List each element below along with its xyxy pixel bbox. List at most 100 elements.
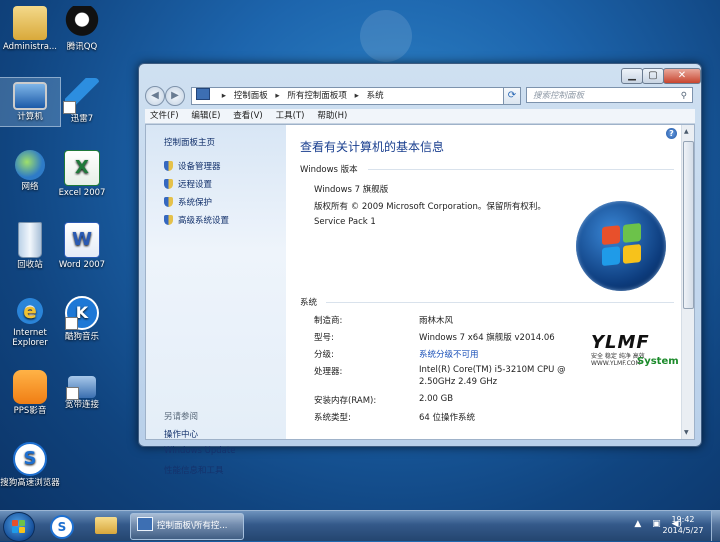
search-input[interactable]: 搜索控制面板 ⚲ [526, 87, 693, 103]
close-button[interactable]: ✕ [663, 68, 701, 84]
divider [368, 169, 674, 170]
help-icon[interactable]: ? [666, 128, 677, 139]
start-button[interactable] [3, 512, 35, 542]
menu-view[interactable]: 查看(V) [228, 109, 267, 123]
rating-link[interactable]: 系统分级不可用 [419, 348, 479, 360]
processor-label: 处理器: [314, 367, 343, 377]
page-title: 查看有关计算机的基本信息 [300, 140, 445, 154]
device-manager-link[interactable]: 设备管理器 [164, 160, 221, 172]
taskbar-control-panel-task[interactable]: 控制面板\所有控... [130, 513, 244, 540]
kugou-icon: K [65, 296, 99, 330]
control-panel-home-link[interactable]: 控制面板主页 [164, 136, 215, 148]
system-type-label: 系统类型: [314, 413, 351, 423]
service-pack: Service Pack 1 [314, 217, 376, 227]
menu-tools[interactable]: 工具(T) [271, 109, 310, 123]
back-button[interactable]: ◀ [145, 86, 165, 106]
tray-expand-icon[interactable]: ▲ [634, 519, 641, 529]
desktop-icon-word[interactable]: W Word 2007 [52, 222, 112, 270]
manufacturer-label: 制造商: [314, 316, 343, 326]
search-icon[interactable]: ⚲ [681, 88, 687, 104]
folder-icon [95, 517, 117, 534]
desktop-icon-network[interactable]: 网络 [0, 150, 60, 192]
performance-info-link[interactable]: 性能信息和工具 [164, 464, 224, 476]
control-panel-icon [137, 517, 153, 531]
desktop-icon-pps[interactable]: PPS影音 [0, 370, 60, 416]
show-desktop-button[interactable] [711, 511, 720, 541]
maximize-button[interactable]: ▢ [642, 68, 664, 84]
desktop-wallpaper-glow [360, 10, 412, 62]
desktop-icon-recycle-bin[interactable]: 回收站 [0, 222, 60, 270]
divider [326, 302, 674, 303]
ram-label: 安装内存(RAM): [314, 396, 377, 406]
scrollbar-thumb[interactable] [683, 141, 694, 309]
processor-speed: 2.50GHz 2.49 GHz [419, 377, 498, 387]
scroll-down-arrow-icon[interactable]: ▼ [684, 429, 689, 436]
taskbar-sogou-browser[interactable]: S [44, 513, 80, 539]
breadcrumb-control-panel[interactable]: 控制面板 [234, 91, 268, 101]
processor-value: Intel(R) Core(TM) i5-3210M CPU @ [419, 365, 566, 375]
desktop-icon-qq[interactable]: 腾讯QQ [52, 6, 112, 52]
desktop-icon-broadband[interactable]: 宽带连接 [52, 370, 112, 410]
xunlei-bird-icon [63, 78, 99, 114]
system-protection-link[interactable]: 系统保护 [164, 196, 212, 208]
desktop-icon-ie[interactable]: e Internet Explorer [0, 296, 60, 348]
desktop-icon-sogou[interactable]: S 搜狗高速浏览器 [0, 442, 60, 488]
clock-time: 19:42 [671, 515, 695, 524]
menu-file[interactable]: 文件(F) [145, 109, 184, 123]
desktop-icon-kugou[interactable]: K 酷狗音乐 [52, 296, 112, 342]
desktop-icon-computer[interactable]: 计算机 [0, 77, 61, 127]
menu-help[interactable]: 帮助(H) [312, 109, 352, 123]
network-globe-icon [15, 150, 45, 180]
address-bar[interactable]: ▸ 控制面板 ▸ 所有控制面板项 ▸ 系统 ▼ [191, 87, 521, 105]
desktop-icon-excel[interactable]: X Excel 2007 [52, 150, 112, 198]
internet-explorer-icon: e [15, 296, 45, 326]
sogou-browser-icon: S [13, 442, 47, 476]
navigation-bar: ◀ ▶ ▸ 控制面板 ▸ 所有控制面板项 ▸ 系统 ▼ ⟳ 搜索控制面板 ⚲ [145, 86, 695, 106]
system-type-value: 64 位操作系统 [419, 413, 476, 423]
recycle-bin-icon [18, 222, 42, 258]
windows-logo-icon [576, 201, 666, 291]
taskbar-explorer[interactable] [88, 513, 124, 538]
refresh-button[interactable]: ⟳ [503, 87, 521, 105]
oem-logo: YLMF 安全 稳定 纯净 高效 WWW.YLMF.COM System [591, 332, 681, 382]
broadband-connection-icon [66, 376, 96, 400]
windows-logo-icon [12, 520, 18, 526]
vertical-scrollbar[interactable]: ▲ ▼ [681, 125, 694, 439]
main-pane: ? 查看有关计算机的基本信息 Windows 版本 Windows 7 旗舰版 … [286, 125, 680, 439]
minimize-button[interactable]: ▁ [621, 68, 643, 84]
content-area: 控制面板主页 设备管理器 远程设置 系统保护 高级系统设置 另请参阅 操作中心 … [145, 124, 695, 476]
pps-player-icon [13, 370, 47, 404]
oem-brand: YLMF [591, 332, 650, 353]
ram-value: 2.00 GB [419, 394, 454, 404]
desktop-icon-administrator[interactable]: Administra... [0, 6, 60, 52]
scroll-up-arrow-icon[interactable]: ▲ [684, 128, 689, 135]
forward-button[interactable]: ▶ [165, 86, 185, 106]
left-task-pane: 控制面板主页 设备管理器 远程设置 系统保护 高级系统设置 另请参阅 操作中心 … [146, 125, 286, 476]
qq-penguin-icon [65, 6, 99, 40]
oem-suffix: System [637, 356, 679, 367]
control-panel-window[interactable]: ▁ ▢ ✕ ◀ ▶ ▸ 控制面板 ▸ 所有控制面板项 ▸ 系统 ▼ ⟳ 搜索控制… [138, 63, 702, 476]
model-value: Windows 7 x64 旗舰版 v2014.06 [419, 333, 555, 343]
breadcrumb-system[interactable]: 系统 [367, 91, 384, 101]
computer-monitor-icon [13, 82, 47, 110]
rating-label: 分级: [314, 350, 334, 360]
manufacturer-value: 雨林木风 [419, 316, 454, 326]
windows-edition-header: Windows 版本 [300, 165, 358, 175]
remote-settings-link[interactable]: 远程设置 [164, 178, 212, 190]
desktop-icon-xunlei[interactable]: 迅雷7 [52, 78, 112, 124]
clock-date: 2014/5/27 [662, 526, 704, 535]
taskbar: S 控制面板\所有控... ▲ ▣ ◀) 19:42 2014/5/27 [0, 510, 720, 542]
breadcrumb-all-items[interactable]: 所有控制面板项 [287, 91, 347, 101]
advanced-system-settings-link[interactable]: 高级系统设置 [164, 214, 229, 226]
menu-bar: 文件(F) 编辑(E) 查看(V) 工具(T) 帮助(H) [145, 109, 695, 124]
action-center-link[interactable]: 操作中心 [164, 428, 198, 440]
clock[interactable]: 19:42 2014/5/27 [655, 514, 711, 536]
system-header: 系统 [300, 298, 318, 308]
windows-update-link[interactable]: Windows Update [164, 446, 235, 456]
menu-edit[interactable]: 编辑(E) [186, 109, 225, 123]
word-icon: W [64, 222, 100, 258]
excel-icon: X [64, 150, 100, 186]
sogou-browser-icon: S [50, 515, 74, 539]
model-label: 型号: [314, 333, 334, 343]
shield-icon [164, 179, 173, 189]
